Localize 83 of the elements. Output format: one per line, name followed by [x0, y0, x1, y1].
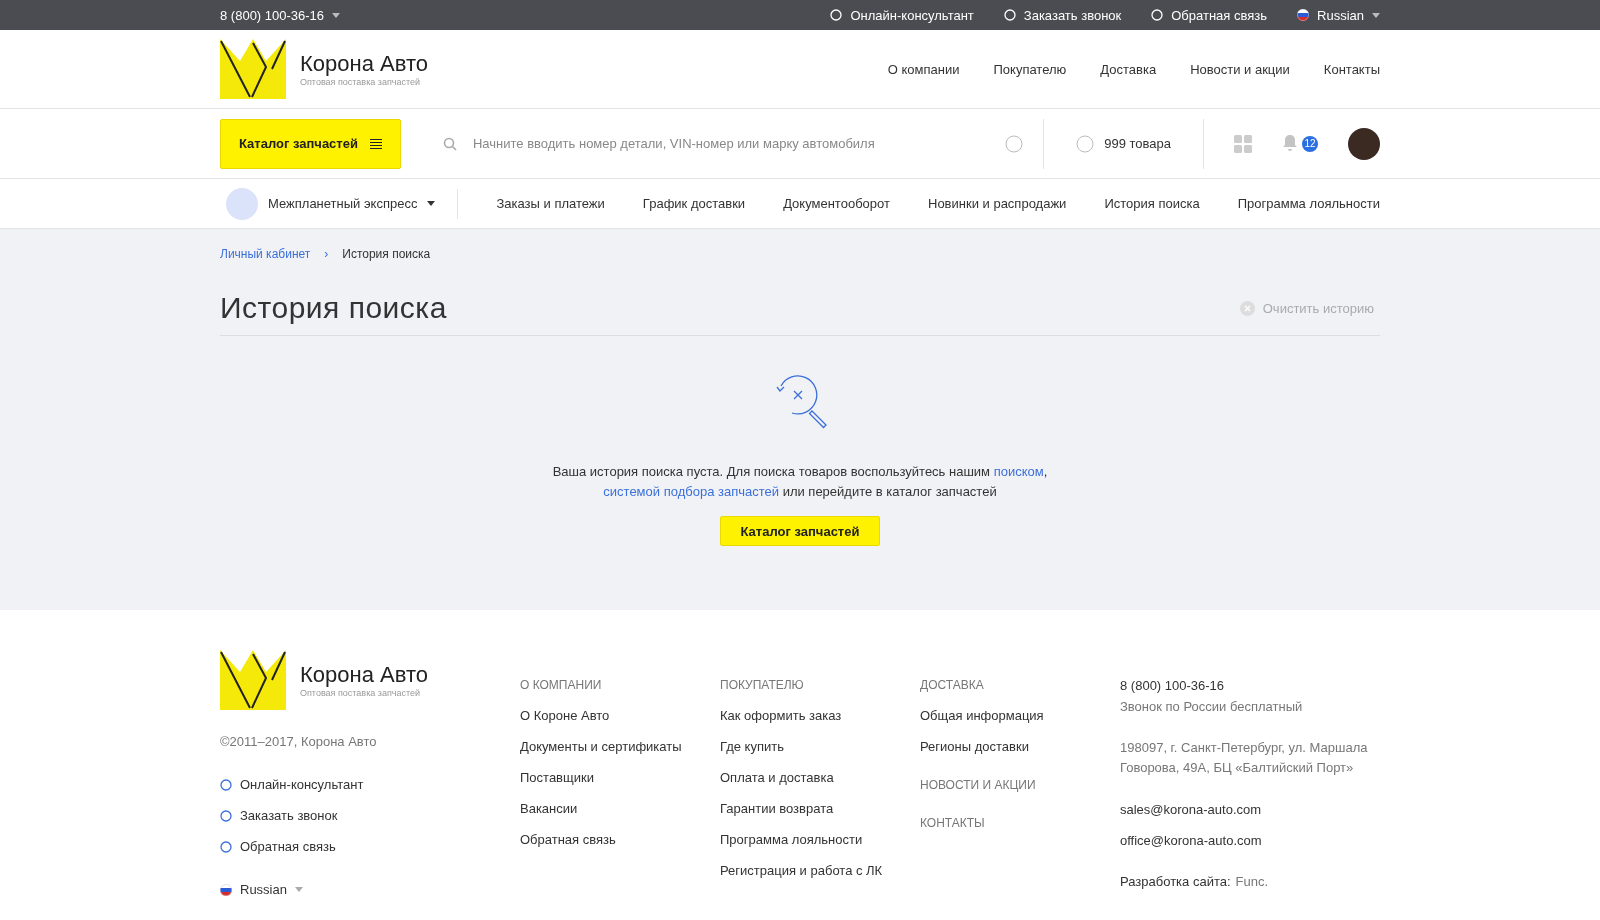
header-nav-link[interactable]: Новости и акции — [1190, 61, 1290, 77]
footer-link[interactable]: Программа лояльности — [720, 832, 920, 847]
footer-link[interactable]: Гарантии возврата — [720, 801, 920, 816]
caret-icon — [294, 887, 303, 892]
circle-icon — [1003, 9, 1016, 21]
footer-heading[interactable]: НОВОСТИ И АКЦИИ — [920, 778, 1120, 792]
caret-icon — [332, 12, 341, 18]
footer-heading[interactable]: ДОСТАВКА — [920, 678, 1120, 692]
page-title: История поиска — [220, 291, 447, 325]
logo-name: Корона Авто — [300, 51, 428, 77]
footer-contact-link[interactable]: Онлайн-консультант — [220, 777, 520, 792]
header-nav-link[interactable]: Покупателю — [993, 61, 1067, 77]
language-selector[interactable]: Russian — [240, 882, 287, 897]
footer-contact-link[interactable]: Заказать звонок — [220, 808, 520, 823]
credit-label: Разработка сайта: — [1120, 874, 1231, 889]
language-selector[interactable]: Russian — [1317, 7, 1364, 23]
account-nav-link[interactable]: Программа лояльности — [1237, 196, 1380, 211]
circle-icon — [830, 9, 843, 21]
account-nav-link[interactable]: Документооборот — [783, 196, 890, 211]
close-icon — [1239, 300, 1255, 316]
breadcrumb-link[interactable]: Личный кабинет — [220, 247, 311, 261]
logo-tagline: Оптовая поставка запчастей — [300, 688, 422, 698]
footer-contact-link[interactable]: Обратная связь — [220, 839, 520, 854]
footer-link[interactable]: Обратная связь — [520, 832, 720, 847]
company-selector[interactable]: Межпланетный экспресс — [220, 188, 459, 219]
circle-icon — [220, 840, 232, 853]
footer-phone: 8 (800) 100-36-16 — [1120, 678, 1226, 693]
user-avatar[interactable] — [1348, 127, 1380, 160]
catalog-button[interactable]: Каталог запчастей — [719, 516, 881, 546]
footer-link[interactable]: Регионы доставки — [920, 739, 1120, 754]
russian-flag-icon — [220, 883, 232, 896]
top-link[interactable]: Онлайн-консультант — [830, 7, 974, 23]
footer-link[interactable]: О Короне Авто — [520, 708, 720, 723]
top-link[interactable]: Заказать звонок — [1003, 7, 1122, 23]
crown-logo-icon[interactable] — [220, 650, 286, 710]
top-link[interactable]: Обратная связь — [1151, 7, 1268, 23]
notification-count: 12 — [1302, 135, 1318, 152]
logo-tagline: Оптовая поставка запчастей — [300, 77, 422, 87]
header-nav-link[interactable]: О компании — [887, 61, 960, 77]
list-icon — [369, 138, 382, 149]
circle-icon — [220, 809, 232, 822]
footer-link[interactable]: Как оформить заказ — [720, 708, 920, 723]
circle-icon — [1151, 9, 1164, 21]
logo-name: Корона Авто — [300, 662, 428, 688]
breadcrumb-current: История поиска — [342, 247, 431, 261]
footer-heading[interactable]: ПОКУПАТЕЛЮ — [720, 678, 920, 692]
header-nav-link[interactable]: Контакты — [1323, 61, 1380, 77]
account-nav-link[interactable]: История поиска — [1104, 196, 1200, 211]
search-field[interactable]: Начните вводить номер детали, VIN-номер или марку автомобиля — [470, 135, 992, 152]
footer-link[interactable]: Регистрация и работа с ЛК — [720, 863, 920, 878]
circle-icon — [1076, 134, 1095, 153]
caret-icon — [1372, 12, 1380, 18]
footer-heading[interactable]: О КОМПАНИИ — [520, 678, 720, 692]
developer-link[interactable]: Func. — [1235, 874, 1269, 889]
phone-note: Звонок по России бесплатный — [1120, 699, 1304, 714]
account-nav-link[interactable]: Заказы и платежи — [496, 196, 605, 211]
caret-icon — [427, 201, 436, 206]
catalog-button[interactable]: Каталог запчастей — [220, 118, 401, 169]
russian-flag-icon — [1297, 9, 1310, 21]
message-link[interactable]: системой подбора запчастей — [603, 484, 779, 499]
footer-link[interactable]: Где купить — [720, 739, 920, 754]
account-nav-link[interactable]: Новинки и распродажи — [928, 196, 1067, 211]
footer-link[interactable]: Поставщики — [520, 770, 720, 785]
message-link[interactable]: поиском — [993, 464, 1044, 479]
search-icon — [442, 136, 457, 151]
footer-link[interactable]: Вакансии — [520, 801, 720, 816]
footer-link[interactable]: Документы и сертификаты — [520, 739, 720, 754]
account-nav-link[interactable]: График доставки — [642, 196, 746, 211]
footer-link[interactable]: Оплата и доставка — [720, 770, 920, 785]
address: 198097, г. Санкт-Петербург, ул. Маршала Говорова, 49А, БЦ «Балтийский Порт» — [1120, 739, 1369, 777]
phone-number[interactable]: 8 (800) 100-36-16 — [220, 7, 325, 23]
cart-link[interactable]: 999 товара — [1044, 134, 1203, 153]
footer-link[interactable]: Общая информация — [920, 708, 1120, 723]
header-nav-link[interactable]: Доставка — [1100, 61, 1157, 77]
footer-heading[interactable]: КОНТАКТЫ — [920, 816, 1120, 830]
email-link[interactable]: office@korona-auto.com — [1120, 833, 1380, 848]
copyright: ©2011–2017, Корона Авто — [220, 734, 378, 749]
breadcrumb-separator: › — [324, 247, 329, 261]
empty-history-message: Ваша история поиска пуста. Для поиска товаров воспользуйтесь нашим поиском, системой подбора запчастей или перейдите в каталог запчастей — [552, 463, 1048, 501]
email-link[interactable]: sales@korona-auto.com — [1120, 802, 1380, 817]
crown-logo-icon[interactable] — [220, 39, 286, 99]
circle-icon — [220, 778, 232, 791]
company-avatar — [226, 187, 258, 220]
